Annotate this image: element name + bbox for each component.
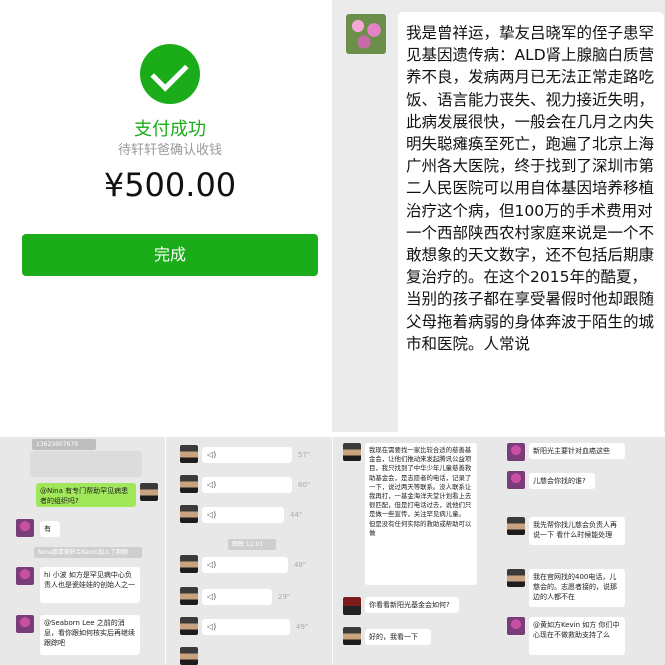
voice-message[interactable]: ◁) — [202, 447, 292, 463]
message-bubble: @Seaborn Lee 之前的消息，看你跟如何核实后再继续跟踪吧 — [40, 615, 140, 655]
avatar[interactable] — [180, 505, 198, 523]
avatar[interactable] — [140, 483, 158, 501]
message-bubble: 我现在需要找一家比较合适的慈善基金会，让他们推动来发起腾讯公益项目，我只找到了中… — [365, 443, 477, 585]
phone-number-label: 13623607679 — [32, 439, 96, 450]
voice-duration: 49" — [296, 623, 309, 631]
voice-duration: 29" — [278, 593, 291, 601]
story-message-bubble: 我是曾祥运，挚友吕晓军的侄子患罕见基因遗传病：ALD肾上腺脑白质营养不良，发病两… — [398, 12, 664, 432]
voice-duration: 57" — [298, 451, 311, 459]
message-bubble: 儿慈会你找的谁? — [529, 473, 595, 489]
avatar[interactable] — [507, 471, 525, 489]
payment-title: 支付成功 — [134, 119, 206, 140]
voice-message[interactable]: ◁) — [202, 507, 284, 523]
message-bubble: 你看看新阳光基金会如何? — [365, 597, 459, 613]
message-bubble: 新阳光主要针对血癌这些 — [529, 443, 625, 459]
payment-subtitle: 待轩轩爸确认收钱 — [117, 143, 222, 158]
system-message: Nina邀请黄轩兰Kevin加入了群聊 — [34, 547, 142, 558]
avatar[interactable] — [180, 647, 198, 665]
message-bubble: @黄如方Kevin 如方 你们中心现在不做救助支持了么 — [529, 617, 625, 655]
avatar[interactable] — [507, 443, 525, 461]
chat-screenshot-3: 我现在需要找一家比较合适的慈善基金会，让他们推动来发起腾讯公益项目，我只找到了中… — [333, 437, 499, 665]
message-bubble: 我在官网找的400电话，儿慈会的。志愿者接的，说那边的人都不在 — [529, 569, 625, 607]
voice-message[interactable]: ◁) — [202, 619, 290, 635]
avatar[interactable] — [507, 569, 525, 587]
chat-screenshot-1: 13623607679 @Nina 有专门帮助罕见病患者的组织吗? 有 Nina… — [0, 437, 165, 665]
voice-duration: 60" — [298, 481, 311, 489]
avatar[interactable] — [16, 519, 34, 537]
message-bubble: 好的，我看一下 — [365, 629, 431, 645]
message-bubble: hi 小波 如方是罕见病中心负责人也是瓷娃娃的创始人之一 — [40, 567, 140, 603]
success-check-icon — [140, 44, 200, 104]
faded-message — [30, 451, 142, 477]
avatar[interactable] — [346, 14, 386, 54]
voice-duration: 48" — [294, 561, 307, 569]
message-bubble: 我先帮你找儿慈会负责人再说一下 看什么时候能处理 — [529, 517, 625, 545]
avatar[interactable] — [507, 617, 525, 635]
avatar[interactable] — [343, 627, 361, 645]
payment-amount: ¥500.00 — [103, 166, 237, 204]
avatar[interactable] — [180, 587, 198, 605]
voice-message[interactable]: ◁) — [202, 557, 288, 573]
avatar[interactable] — [507, 517, 525, 535]
avatar[interactable] — [343, 443, 361, 461]
avatar[interactable] — [16, 615, 34, 633]
avatar[interactable] — [180, 445, 198, 463]
avatar[interactable] — [180, 617, 198, 635]
message-bubble: 有 — [40, 521, 60, 537]
avatar[interactable] — [180, 555, 198, 573]
system-message: 晚晚 11:01 — [228, 539, 276, 550]
avatar[interactable] — [343, 597, 361, 615]
chat-screenshot-4: 新阳光主要针对血癌这些 儿慈会你找的谁? 我先帮你找儿慈会负责人再说一下 看什么… — [499, 437, 665, 665]
voice-duration: 44" — [290, 511, 303, 519]
payment-success-panel: 支付成功 待轩轩爸确认收钱 ¥500.00 完成 — [0, 0, 332, 432]
voice-message[interactable]: ◁) — [202, 477, 292, 493]
done-button[interactable]: 完成 — [22, 234, 318, 276]
avatar[interactable] — [180, 475, 198, 493]
voice-message[interactable]: ◁) — [202, 589, 272, 605]
avatar[interactable] — [16, 567, 34, 585]
chat-screenshot-2: ◁) 57" ◁) 60" ◁) 44" 晚晚 11:01 ◁) 48" ◁) … — [166, 437, 332, 665]
message-bubble: @Nina 有专门帮助罕见病患者的组织吗? — [36, 483, 136, 507]
story-chat-panel: 我是曾祥运，挚友吕晓军的侄子患罕见基因遗传病：ALD肾上腺脑白质营养不良，发病两… — [332, 0, 665, 432]
